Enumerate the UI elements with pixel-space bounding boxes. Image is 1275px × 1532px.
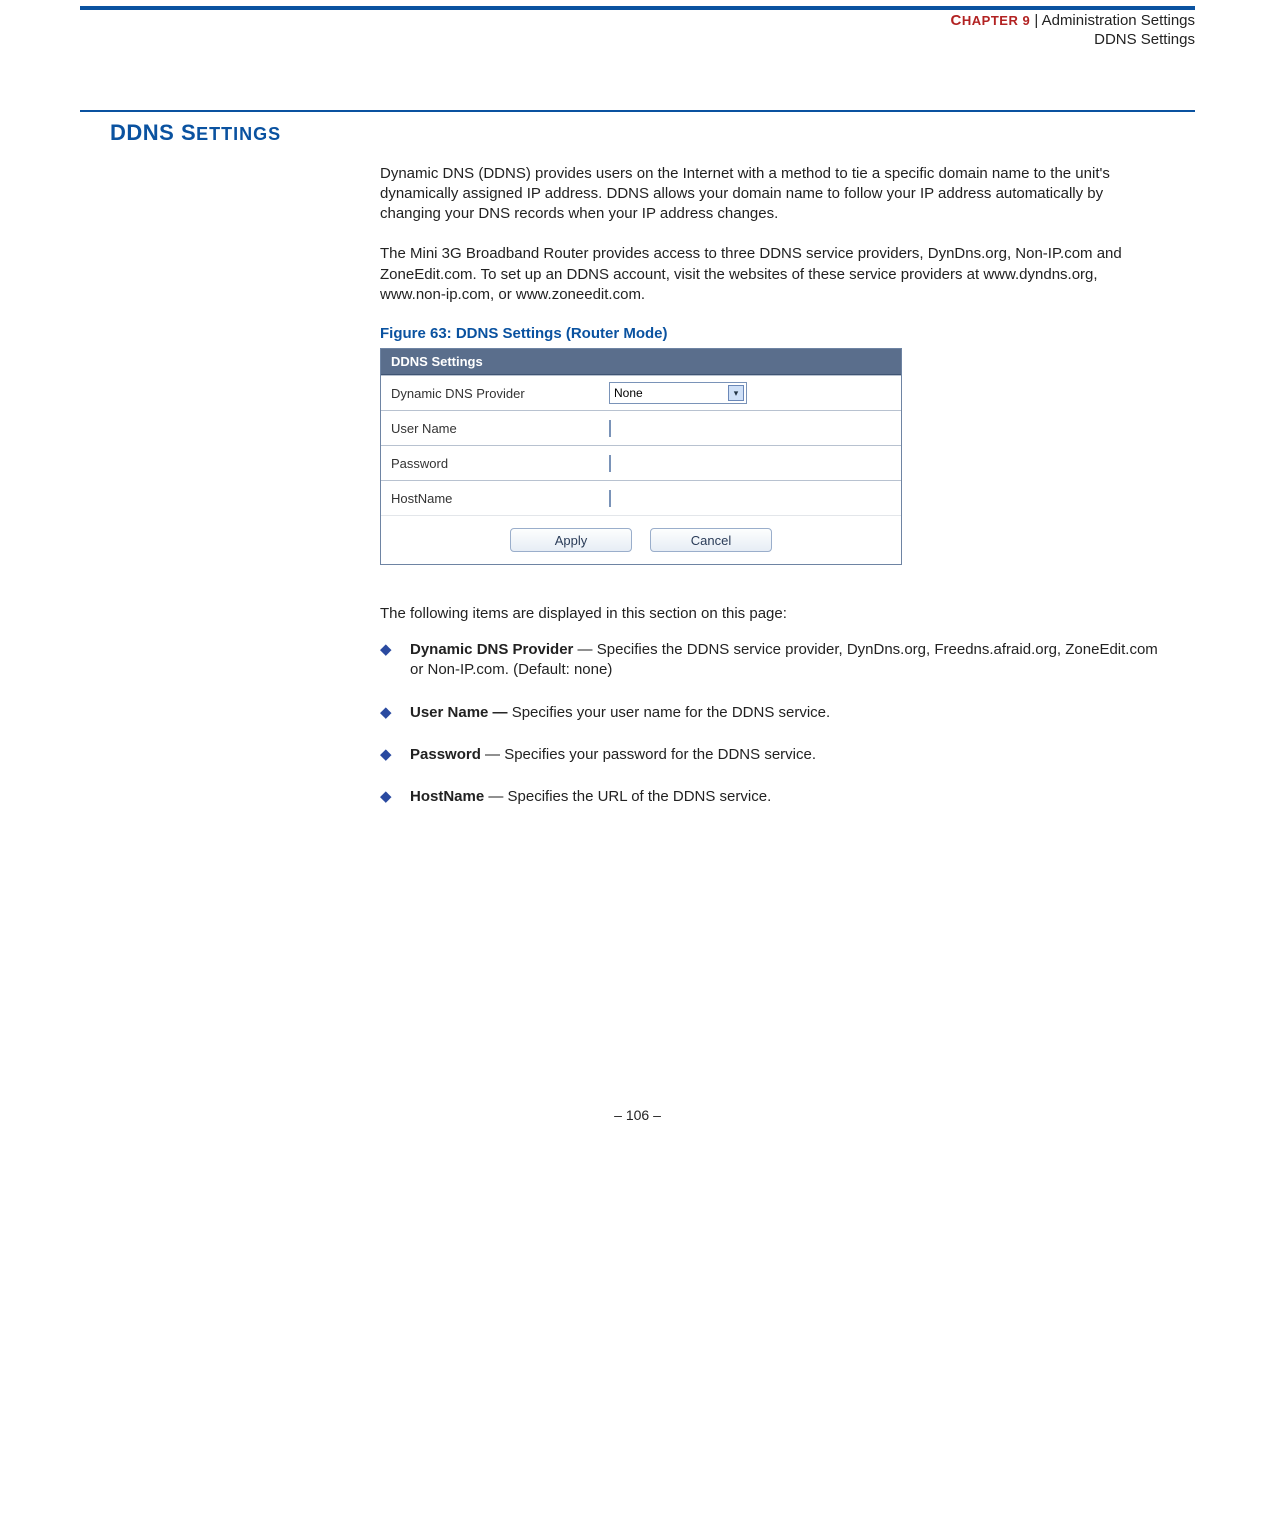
list-item: ◆ Password — Specifies your password for… <box>380 745 1165 765</box>
breadcrumb-current: DDNS Settings <box>1094 31 1195 48</box>
list-item: ◆ Dynamic DNS Provider — Specifies the D… <box>380 640 1165 681</box>
row-provider: Dynamic DNS Provider None ▾ <box>381 375 901 410</box>
header-separator: | <box>1030 12 1041 29</box>
apply-button[interactable]: Apply <box>510 528 632 552</box>
list-item: ◆ User Name — Specifies your user name f… <box>380 703 1165 723</box>
select-provider-value: None <box>614 386 643 400</box>
list-item: ◆ HostName — Specifies the URL of the DD… <box>380 787 1165 807</box>
section-title: DDNS SETTINGS <box>110 120 1195 146</box>
input-password[interactable] <box>609 455 611 472</box>
diamond-icon: ◆ <box>380 749 392 761</box>
item-desc: — Specifies your password for the DDNS s… <box>481 746 816 763</box>
input-hostname[interactable] <box>609 490 611 507</box>
intro-paragraph-1: Dynamic DNS (DDNS) provides users on the… <box>380 164 1165 225</box>
select-provider[interactable]: None ▾ <box>609 382 747 404</box>
label-password: Password <box>381 450 601 477</box>
item-term: HostName <box>410 788 484 805</box>
row-password: Password <box>381 445 901 480</box>
diamond-icon: ◆ <box>380 791 392 803</box>
intro-paragraph-2: The Mini 3G Broadband Router provides ac… <box>380 244 1165 305</box>
label-hostname: HostName <box>381 485 601 512</box>
label-username: User Name <box>381 415 601 442</box>
chapter-label-cap: C <box>951 12 962 29</box>
item-desc: Specifies your user name for the DDNS se… <box>508 704 831 721</box>
section-title-main: DDNS S <box>110 120 196 145</box>
row-username: User Name <box>381 410 901 445</box>
cancel-button[interactable]: Cancel <box>650 528 772 552</box>
items-intro: The following items are displayed in thi… <box>380 605 1165 622</box>
section-title-smallcaps: ETTINGS <box>196 124 281 144</box>
diamond-icon: ◆ <box>380 644 392 656</box>
item-term: Dynamic DNS Provider <box>410 641 573 658</box>
page-header: CHAPTER 9 | Administration Settings DDNS… <box>80 10 1195 50</box>
page-number: – 106 – <box>0 1107 1275 1153</box>
item-term: Password <box>410 746 481 763</box>
chapter-label: CHAPTER 9 <box>951 12 1031 29</box>
breadcrumb-parent: Administration Settings <box>1042 12 1195 29</box>
section-rule <box>80 110 1195 112</box>
figure-panel-title: DDNS Settings <box>381 349 901 375</box>
row-hostname: HostName <box>381 480 901 515</box>
item-list: ◆ Dynamic DNS Provider — Specifies the D… <box>380 640 1165 807</box>
item-term: User Name — <box>410 704 508 721</box>
label-provider: Dynamic DNS Provider <box>381 380 601 407</box>
chapter-label-rest: HAPTER 9 <box>962 13 1030 28</box>
figure-caption: Figure 63: DDNS Settings (Router Mode) <box>380 325 1165 342</box>
figure-button-row: Apply Cancel <box>381 515 901 564</box>
item-desc: — Specifies the URL of the DDNS service. <box>484 788 771 805</box>
chevron-down-icon: ▾ <box>728 385 744 401</box>
diamond-icon: ◆ <box>380 707 392 719</box>
figure-ddns-settings: DDNS Settings Dynamic DNS Provider None … <box>380 348 902 565</box>
input-username[interactable] <box>609 420 611 437</box>
